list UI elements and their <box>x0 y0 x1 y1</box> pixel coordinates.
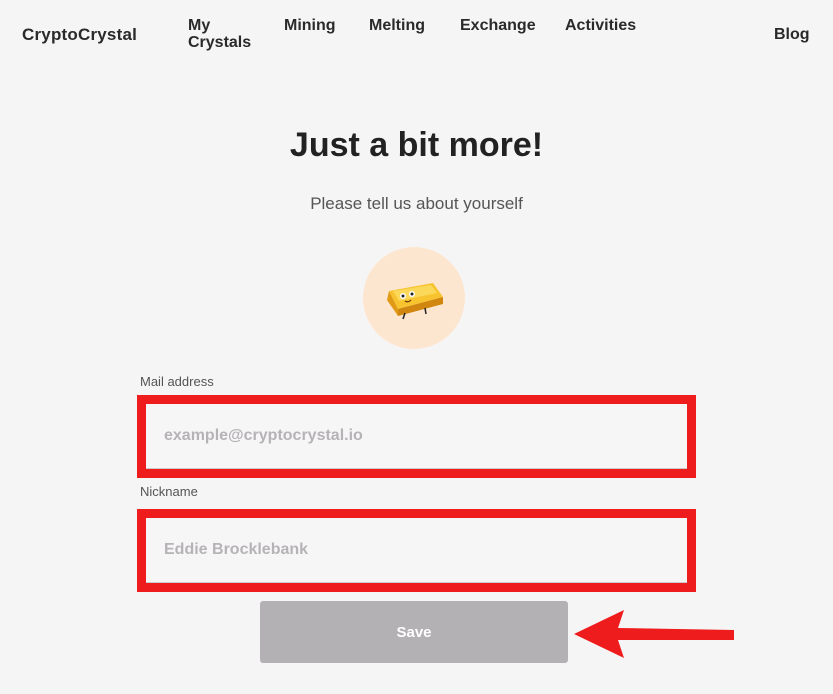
email-highlight-box <box>137 395 696 478</box>
email-field[interactable] <box>146 404 687 469</box>
top-navbar: CryptoCrystal My Crystals Mining Melting… <box>0 0 833 70</box>
page-title: Just a bit more! <box>289 126 544 164</box>
nickname-field[interactable] <box>146 518 687 583</box>
gold-crystal-character-icon <box>387 283 443 320</box>
nickname-label: Nickname <box>140 484 198 499</box>
page-subtitle: Please tell us about yourself <box>310 194 523 213</box>
left-arrow-icon <box>574 610 734 658</box>
save-button[interactable]: Save <box>260 601 568 663</box>
nav-link-blog[interactable]: Blog <box>774 26 810 43</box>
nav-link-exchange[interactable]: Exchange <box>460 17 536 34</box>
avatar <box>363 247 465 349</box>
nav-link-melting[interactable]: Melting <box>369 17 425 34</box>
brand-logo-link[interactable]: CryptoCrystal <box>22 25 137 45</box>
nav-link-activities[interactable]: Activities <box>565 17 636 34</box>
nav-link-mining[interactable]: Mining <box>284 17 336 34</box>
nickname-highlight-box <box>137 509 696 592</box>
nav-link-my-crystals[interactable]: My Crystals <box>188 17 258 51</box>
email-label: Mail address <box>140 374 214 389</box>
